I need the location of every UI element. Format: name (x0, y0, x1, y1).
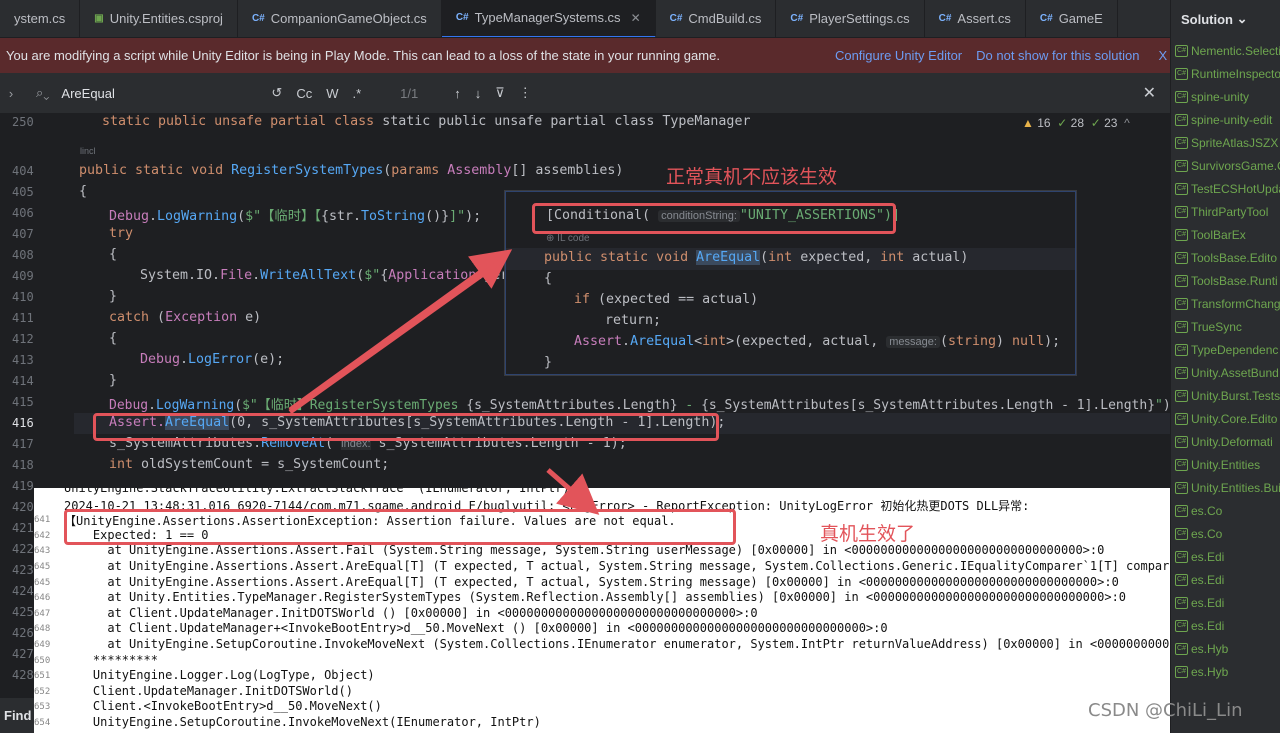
solution-project-item[interactable]: C# es.Hyb (1175, 665, 1228, 679)
annotation-arrows (288, 249, 600, 515)
solution-project-item[interactable]: C# ToolBarEx (1175, 228, 1246, 242)
solution-project-item[interactable]: C# es.Co (1175, 527, 1222, 541)
csharp-project-icon: C# (1175, 298, 1188, 310)
csharp-project-icon: C# (1175, 275, 1188, 287)
project-name: spine-unity (1191, 90, 1250, 104)
solution-project-item[interactable]: C# es.Edi (1175, 596, 1224, 610)
csharp-project-icon: C# (1175, 367, 1188, 379)
project-name: es.Hyb (1191, 642, 1229, 656)
solution-project-item[interactable]: C# TypeDependenc (1175, 343, 1278, 357)
highlight-assert-call (93, 413, 719, 441)
solution-project-item[interactable]: C# Unity.AssetBund (1175, 366, 1279, 380)
csharp-project-icon: C# (1175, 114, 1188, 126)
solution-project-item[interactable]: C# ThirdPartyTool (1175, 205, 1268, 219)
project-name: Unity.Deformati (1191, 435, 1273, 449)
csharp-project-icon: C# (1175, 620, 1188, 632)
solution-project-item[interactable]: C# TransformChang (1175, 297, 1280, 311)
csharp-project-icon: C# (1175, 137, 1188, 149)
csharp-project-icon: C# (1175, 390, 1188, 402)
solution-explorer: Solution ⌄ C# Nementic.Selecti C# RuntimeIn… (1170, 0, 1280, 733)
project-name: TestECSHotUpda (1191, 182, 1280, 196)
project-name: spine-unity-edit (1191, 113, 1273, 127)
csharp-project-icon: C# (1175, 528, 1188, 540)
project-name: es.Hyb (1191, 665, 1229, 679)
project-name: es.Edi (1191, 619, 1225, 633)
project-name: ThirdPartyTool (1191, 205, 1269, 219)
find-tool-window[interactable]: Find (0, 698, 34, 733)
solution-project-item[interactable]: C# Unity.Core.Edito (1175, 412, 1277, 426)
csharp-project-icon: C# (1175, 68, 1188, 80)
csharp-project-icon: C# (1175, 252, 1188, 264)
csharp-project-icon: C# (1175, 436, 1188, 448)
project-name: Unity.Burst.Tests (1191, 389, 1280, 403)
csharp-project-icon: C# (1175, 459, 1188, 471)
csharp-project-icon: C# (1175, 45, 1188, 57)
project-name: TypeDependenc (1191, 343, 1279, 357)
solution-project-item[interactable]: C# Unity.Burst.Tests (1175, 389, 1280, 403)
solution-project-item[interactable]: C# Nementic.Selecti (1175, 44, 1280, 58)
csharp-project-icon: C# (1175, 666, 1188, 678)
csharp-project-icon: C# (1175, 597, 1188, 609)
project-name: Unity.AssetBund (1191, 366, 1279, 380)
solution-project-item[interactable]: C# Unity.Deformati (1175, 435, 1273, 449)
watermark: CSDN @ChiLi_Lin (1088, 700, 1243, 721)
csharp-project-icon: C# (1175, 413, 1188, 425)
solution-project-item[interactable]: C# Unity.Entities.Bui (1175, 481, 1280, 495)
solution-project-item[interactable]: C# spine-unity-edit (1175, 113, 1272, 127)
annotation-top: 正常真机不应该生效 (666, 166, 838, 188)
project-name: es.Co (1191, 504, 1223, 518)
csharp-project-icon: C# (1175, 321, 1188, 333)
project-name: ToolsBase.Edito (1191, 251, 1278, 265)
csharp-project-icon: C# (1175, 229, 1188, 241)
project-name: es.Edi (1191, 550, 1225, 564)
solution-project-item[interactable]: C# es.Edi (1175, 573, 1224, 587)
solution-project-item[interactable]: C# es.Co (1175, 504, 1222, 518)
solution-project-item[interactable]: C# es.Edi (1175, 550, 1224, 564)
project-name: es.Edi (1191, 596, 1225, 610)
project-name: RuntimeInspecto (1191, 67, 1280, 81)
project-name: ToolsBase.Runti (1191, 274, 1278, 288)
solution-header[interactable]: Solution ⌄ (1171, 0, 1280, 38)
solution-project-item[interactable]: C# ToolsBase.Runti (1175, 274, 1278, 288)
csharp-project-icon: C# (1175, 505, 1188, 517)
csharp-project-icon: C# (1175, 643, 1188, 655)
solution-project-item[interactable]: C# SpriteAtlasJSZX (1175, 136, 1278, 150)
arrow-to-log (546, 468, 600, 515)
solution-project-item[interactable]: C# Unity.Entities (1175, 458, 1260, 472)
solution-project-item[interactable]: C# TestECSHotUpda (1175, 182, 1280, 196)
project-name: Unity.Entities.Bui (1191, 481, 1280, 495)
csharp-project-icon: C# (1175, 574, 1188, 586)
project-name: SurvivorsGame.C (1191, 159, 1280, 173)
project-name: Nementic.Selecti (1191, 44, 1280, 58)
project-name: ToolBarEx (1191, 228, 1246, 242)
solution-project-item[interactable]: C# es.Edi (1175, 619, 1224, 633)
project-name: es.Co (1191, 527, 1223, 541)
csharp-project-icon: C# (1175, 160, 1188, 172)
project-name: Unity.Entities (1191, 458, 1261, 472)
solution-project-item[interactable]: C# RuntimeInspecto (1175, 67, 1280, 81)
highlight-conditional (532, 203, 896, 234)
solution-project-item[interactable]: C# spine-unity (1175, 90, 1249, 104)
highlight-exception (64, 509, 736, 545)
csharp-project-icon: C# (1175, 482, 1188, 494)
solution-project-item[interactable]: C# SurvivorsGame.C (1175, 159, 1280, 173)
annotation-bottom: 真机生效了 (820, 523, 916, 545)
csharp-project-icon: C# (1175, 551, 1188, 563)
csharp-project-icon: C# (1175, 183, 1188, 195)
project-name: SpriteAtlasJSZX (1191, 136, 1279, 150)
project-name: TransformChang (1191, 297, 1280, 311)
solution-project-item[interactable]: C# es.Hyb (1175, 642, 1228, 656)
csharp-project-icon: C# (1175, 206, 1188, 218)
solution-project-item[interactable]: C# ToolsBase.Edito (1175, 251, 1277, 265)
csharp-project-icon: C# (1175, 344, 1188, 356)
solution-project-item[interactable]: C# TrueSync (1175, 320, 1242, 334)
project-name: Unity.Core.Edito (1191, 412, 1278, 426)
project-name: es.Edi (1191, 573, 1225, 587)
project-name: TrueSync (1191, 320, 1242, 334)
csharp-project-icon: C# (1175, 91, 1188, 103)
